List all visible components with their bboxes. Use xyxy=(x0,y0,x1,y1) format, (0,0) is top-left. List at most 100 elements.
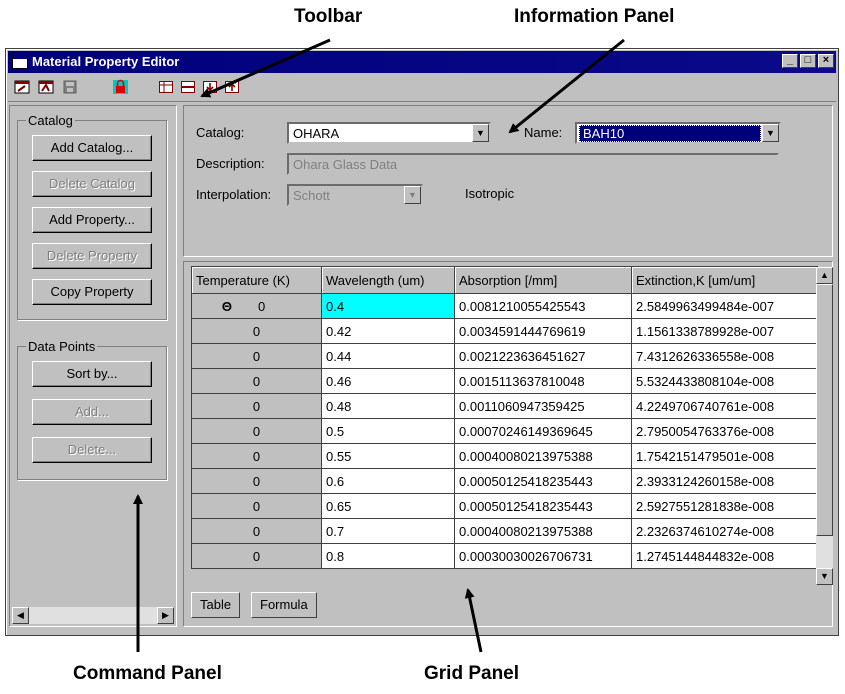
description-field[interactable]: Ohara Glass Data xyxy=(287,153,779,175)
wavelength-cell[interactable]: 0.44 xyxy=(321,343,455,369)
temperature-cell[interactable]: 0 xyxy=(191,468,322,494)
delete-row-icon[interactable] xyxy=(224,79,241,95)
scroll-thumb[interactable] xyxy=(816,284,833,536)
wavelength-cell[interactable]: 0.5 xyxy=(321,418,455,444)
column-header-absorption[interactable]: Absorption [/mm] xyxy=(454,266,632,294)
wavelength-cell[interactable]: 0.8 xyxy=(321,543,455,569)
extinction-cell[interactable]: 1.7542151479501e-008 xyxy=(631,443,818,469)
table-row[interactable]: 0 0.42 0.0034591444769619 1.1561338789928e-… xyxy=(191,318,818,344)
table-row[interactable]: 0 0.48 0.0011060947359425 4.2249706740761e-… xyxy=(191,393,818,419)
wavelength-cell[interactable]: 0.46 xyxy=(321,368,455,394)
column-header-wavelength[interactable]: Wavelength (um) xyxy=(321,266,455,294)
name-select[interactable]: BAH10 ▼ xyxy=(575,122,781,144)
catalog-group: Catalog Add Catalog... Delete Catalog Ad… xyxy=(17,113,167,320)
absorption-cell[interactable]: 0.00070246149369645 xyxy=(454,418,632,444)
extinction-cell[interactable]: 4.2249706740761e-008 xyxy=(631,393,818,419)
table-row[interactable]: 0 0.8 0.00030030026706731 1.2745144844832e-… xyxy=(191,543,818,569)
table-row[interactable]: 0 0.6 0.00050125418235443 2.3933124260158e-… xyxy=(191,468,818,494)
catalog-select[interactable]: OHARA ▼ xyxy=(287,122,491,144)
absorption-cell[interactable]: 0.0015113637810048 xyxy=(454,368,632,394)
add-data-point-button[interactable]: Add... xyxy=(32,399,152,425)
temperature-cell[interactable]: 0 xyxy=(191,418,322,444)
temperature-cell[interactable]: 0 xyxy=(191,443,322,469)
close-button[interactable]: × xyxy=(818,54,834,68)
table-row[interactable]: 0 0.55 0.00040080213975388 1.7542151479501e… xyxy=(191,443,818,469)
absorption-cell[interactable]: 0.00030030026706731 xyxy=(454,543,632,569)
scroll-right-icon[interactable]: ▶ xyxy=(157,607,174,624)
extinction-cell[interactable]: 1.1561338789928e-007 xyxy=(631,318,818,344)
split-view-icon[interactable] xyxy=(180,79,197,95)
copy-property-button[interactable]: Copy Property xyxy=(32,279,152,305)
extinction-cell[interactable]: 2.7950054763376e-008 xyxy=(631,418,818,444)
minimize-button[interactable]: _ xyxy=(782,54,798,68)
temperature-cell[interactable]: 0 xyxy=(191,543,322,569)
absorption-cell[interactable]: 0.00050125418235443 xyxy=(454,468,632,494)
wavelength-cell[interactable]: 0.42 xyxy=(321,318,455,344)
description-label: Description: xyxy=(196,156,265,171)
temperature-cell[interactable]: 0 xyxy=(191,518,322,544)
absorption-cell[interactable]: 0.0011060947359425 xyxy=(454,393,632,419)
command-panel-scrollbar[interactable]: ◀ ▶ xyxy=(12,607,174,624)
absorption-cell[interactable]: 0.00050125418235443 xyxy=(454,493,632,519)
lock-icon[interactable] xyxy=(112,79,129,95)
chevron-down-icon[interactable]: ▼ xyxy=(472,124,489,142)
extinction-cell[interactable]: 2.3933124260158e-008 xyxy=(631,468,818,494)
wavelength-cell[interactable]: 0.4 xyxy=(321,293,455,319)
catalog-new-icon[interactable] xyxy=(38,79,55,95)
chevron-down-icon[interactable]: ▼ xyxy=(762,124,779,142)
column-header-temperature[interactable]: Temperature (K) xyxy=(191,266,322,294)
temperature-cell[interactable]: Θ0 xyxy=(191,293,322,319)
grid-vertical-scrollbar[interactable]: ▲ ▼ xyxy=(816,267,833,585)
absorption-cell[interactable]: 0.00040080213975388 xyxy=(454,518,632,544)
extinction-cell[interactable]: 1.2745144844832e-008 xyxy=(631,543,818,569)
tab-formula[interactable]: Formula xyxy=(251,592,317,618)
table-view-icon[interactable] xyxy=(158,79,175,95)
interpolation-select[interactable]: Schott ▼ xyxy=(287,184,423,206)
delete-property-button[interactable]: Delete Property xyxy=(32,243,152,269)
catalog-open-icon[interactable] xyxy=(14,79,31,95)
scroll-down-icon[interactable]: ▼ xyxy=(816,568,833,585)
extinction-cell[interactable]: 2.2326374610274e-008 xyxy=(631,518,818,544)
wavelength-cell[interactable]: 0.6 xyxy=(321,468,455,494)
absorption-cell[interactable]: 0.00040080213975388 xyxy=(454,443,632,469)
wavelength-cell[interactable]: 0.7 xyxy=(321,518,455,544)
add-catalog-button[interactable]: Add Catalog... xyxy=(32,135,152,161)
table-row[interactable]: 0 0.46 0.0015113637810048 5.5324433808104e-… xyxy=(191,368,818,394)
temperature-cell[interactable]: 0 xyxy=(191,493,322,519)
extinction-cell[interactable]: 5.5324433808104e-008 xyxy=(631,368,818,394)
wavelength-cell[interactable]: 0.55 xyxy=(321,443,455,469)
temperature-cell[interactable]: 0 xyxy=(191,393,322,419)
wavelength-cell[interactable]: 0.65 xyxy=(321,493,455,519)
sort-by-button[interactable]: Sort by... xyxy=(32,361,152,387)
temperature-cell[interactable]: 0 xyxy=(191,318,322,344)
temperature-value: 0 xyxy=(252,323,261,339)
tab-table[interactable]: Table xyxy=(191,592,241,618)
callout-grid-panel: Grid Panel xyxy=(424,663,520,684)
title-bar[interactable]: Material Property Editor _ □ × xyxy=(8,51,836,73)
delete-data-point-button[interactable]: Delete... xyxy=(32,437,152,463)
delete-catalog-button[interactable]: Delete Catalog xyxy=(32,171,152,197)
wavelength-cell[interactable]: 0.48 xyxy=(321,393,455,419)
table-row[interactable]: 0 0.5 0.00070246149369645 2.7950054763376e-… xyxy=(191,418,818,444)
absorption-cell[interactable]: 0.0034591444769619 xyxy=(454,318,632,344)
save-icon[interactable] xyxy=(62,79,79,95)
table-row[interactable]: 0 0.44 0.0021223636451627 7.4312626336558e-… xyxy=(191,343,818,369)
maximize-button[interactable]: □ xyxy=(800,54,816,68)
scroll-up-icon[interactable]: ▲ xyxy=(816,267,833,284)
temperature-cell[interactable]: 0 xyxy=(191,368,322,394)
interpolation-value: Schott xyxy=(293,188,330,203)
chevron-down-icon[interactable]: ▼ xyxy=(404,186,421,204)
temperature-cell[interactable]: 0 xyxy=(191,343,322,369)
table-row[interactable]: 0 0.7 0.00040080213975388 2.2326374610274e-… xyxy=(191,518,818,544)
scroll-left-icon[interactable]: ◀ xyxy=(12,607,29,624)
extinction-cell[interactable]: 2.5927551281838e-008 xyxy=(631,493,818,519)
insert-row-icon[interactable] xyxy=(202,79,219,95)
extinction-cell[interactable]: 7.4312626336558e-008 xyxy=(631,343,818,369)
add-property-button[interactable]: Add Property... xyxy=(32,207,152,233)
table-row[interactable]: 0 0.65 0.00050125418235443 2.5927551281838e… xyxy=(191,493,818,519)
extinction-cell[interactable]: 2.5849963499484e-007 xyxy=(631,293,818,319)
table-row[interactable]: Θ 0 0.4 0.0081210055425543 2.5849963499484e-… xyxy=(191,293,818,319)
column-header-extinction[interactable]: Extinction,K [um/um] xyxy=(631,266,818,294)
absorption-cell[interactable]: 0.0081210055425543 xyxy=(454,293,632,319)
absorption-cell[interactable]: 0.0021223636451627 xyxy=(454,343,632,369)
